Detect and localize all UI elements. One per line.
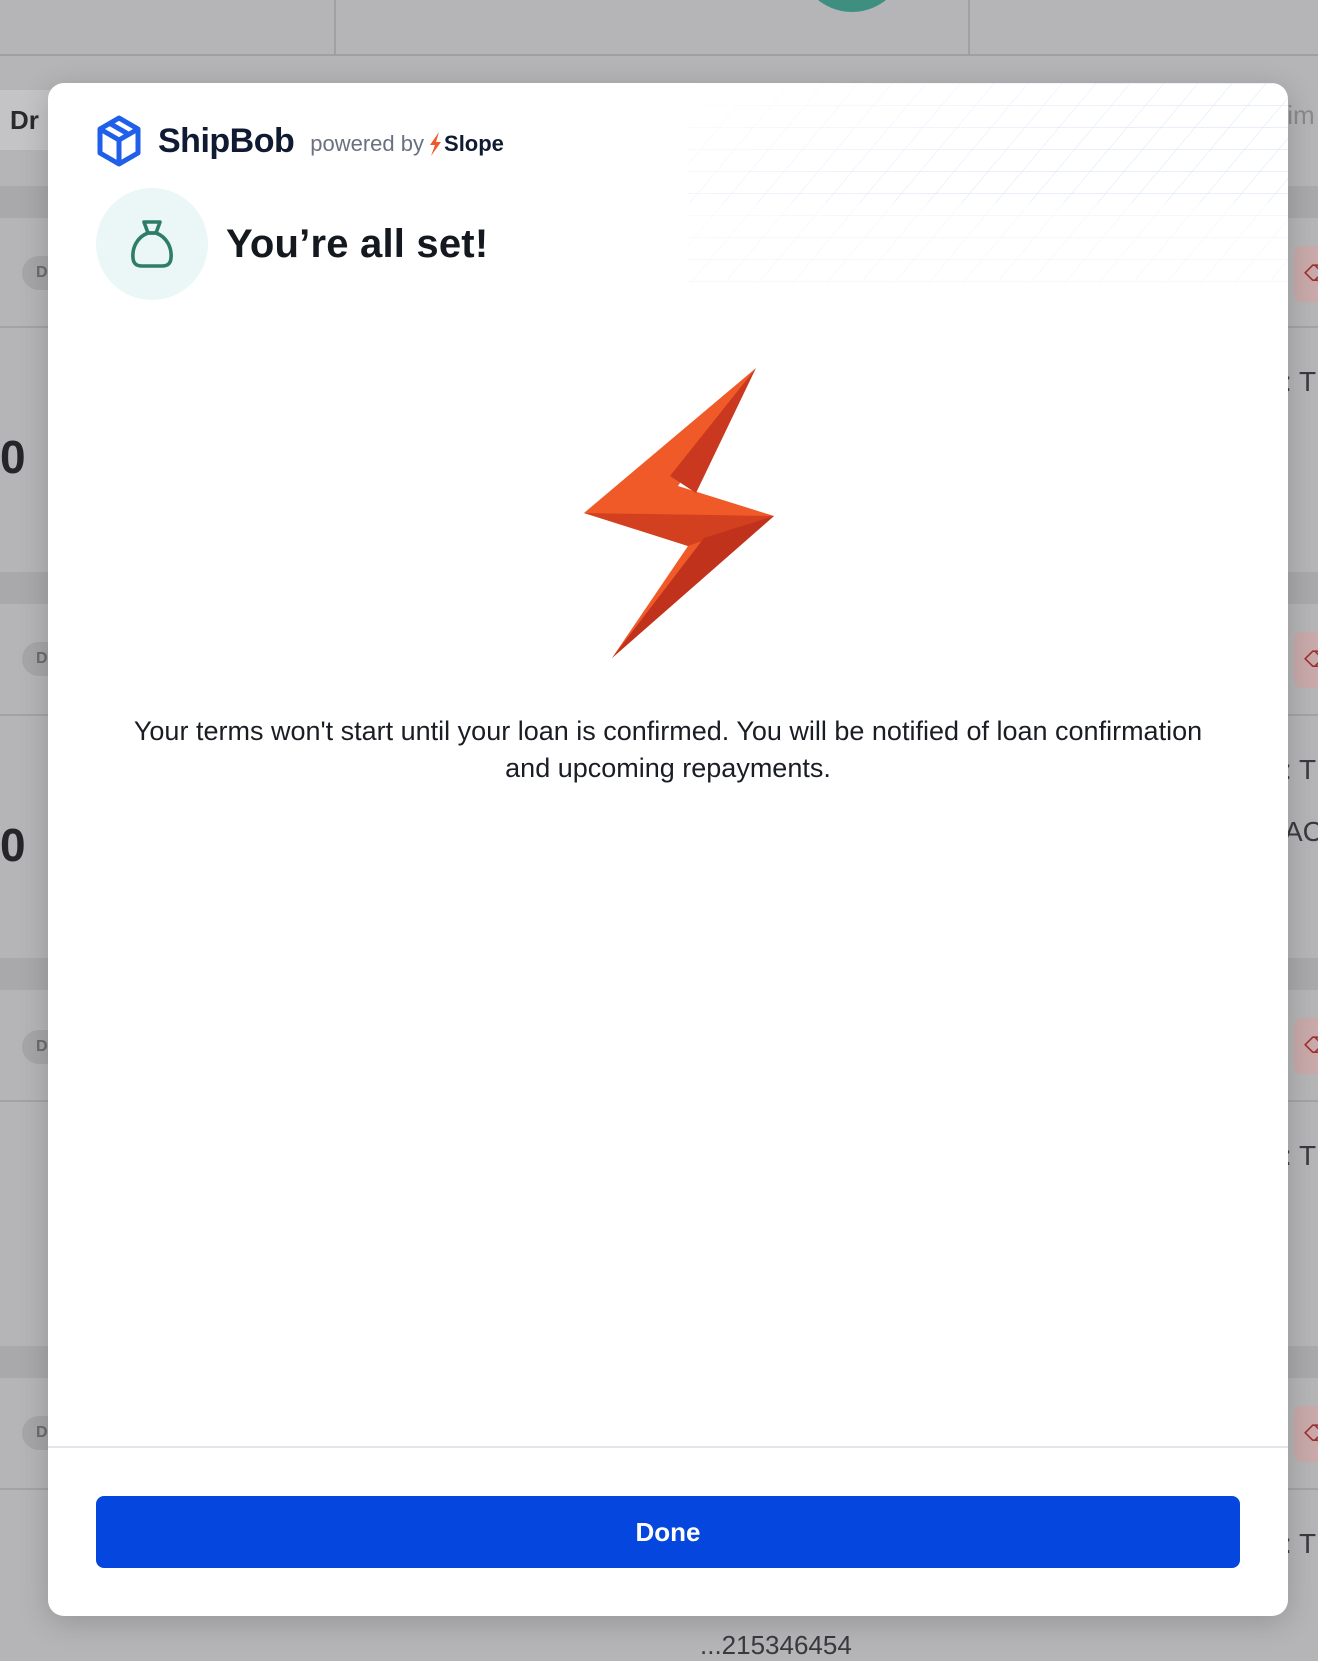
done-button[interactable]: Done — [96, 1496, 1240, 1568]
background-right-text: : T — [1284, 1140, 1317, 1171]
confirmation-modal: ShipBob powered by Slope You’re all set!… — [48, 83, 1288, 1616]
decorative-grid-pattern — [688, 83, 1288, 283]
background-delete-button: ⌫ — [1294, 1018, 1318, 1074]
background-right-text: : T — [1284, 754, 1317, 785]
partner-name: Slope — [444, 131, 504, 156]
background-right-text: AC — [1284, 816, 1318, 847]
background-divider — [334, 0, 336, 54]
lightning-bolt-icon — [584, 368, 774, 658]
background-divider — [968, 0, 970, 54]
background-delete-button: ⌫ — [1294, 1406, 1318, 1462]
confirmation-message: Your terms won't start until your loan i… — [133, 716, 1203, 783]
money-bag-icon — [131, 220, 173, 268]
background-delete-button: ⌫ — [1294, 246, 1318, 302]
background-amount: 0 — [0, 431, 26, 483]
title-row: You’re all set! — [96, 188, 488, 300]
slope-bolt-icon — [430, 132, 442, 156]
background-amount: 0 — [0, 819, 26, 871]
background-delete-button: ⌫ — [1294, 632, 1318, 688]
brand-name: ShipBob — [158, 121, 295, 160]
background-right-text: : T — [1284, 366, 1317, 397]
footer-divider — [48, 1446, 1288, 1448]
background-topbar — [0, 0, 1318, 56]
money-bag-badge — [96, 188, 208, 300]
modal-title: You’re all set! — [226, 221, 489, 266]
powered-by-label: powered by — [310, 131, 425, 156]
brand-header: ShipBob powered by Slope — [96, 113, 504, 169]
shipbob-logo-icon — [97, 115, 141, 167]
background-right-text: : T — [1284, 1528, 1317, 1559]
